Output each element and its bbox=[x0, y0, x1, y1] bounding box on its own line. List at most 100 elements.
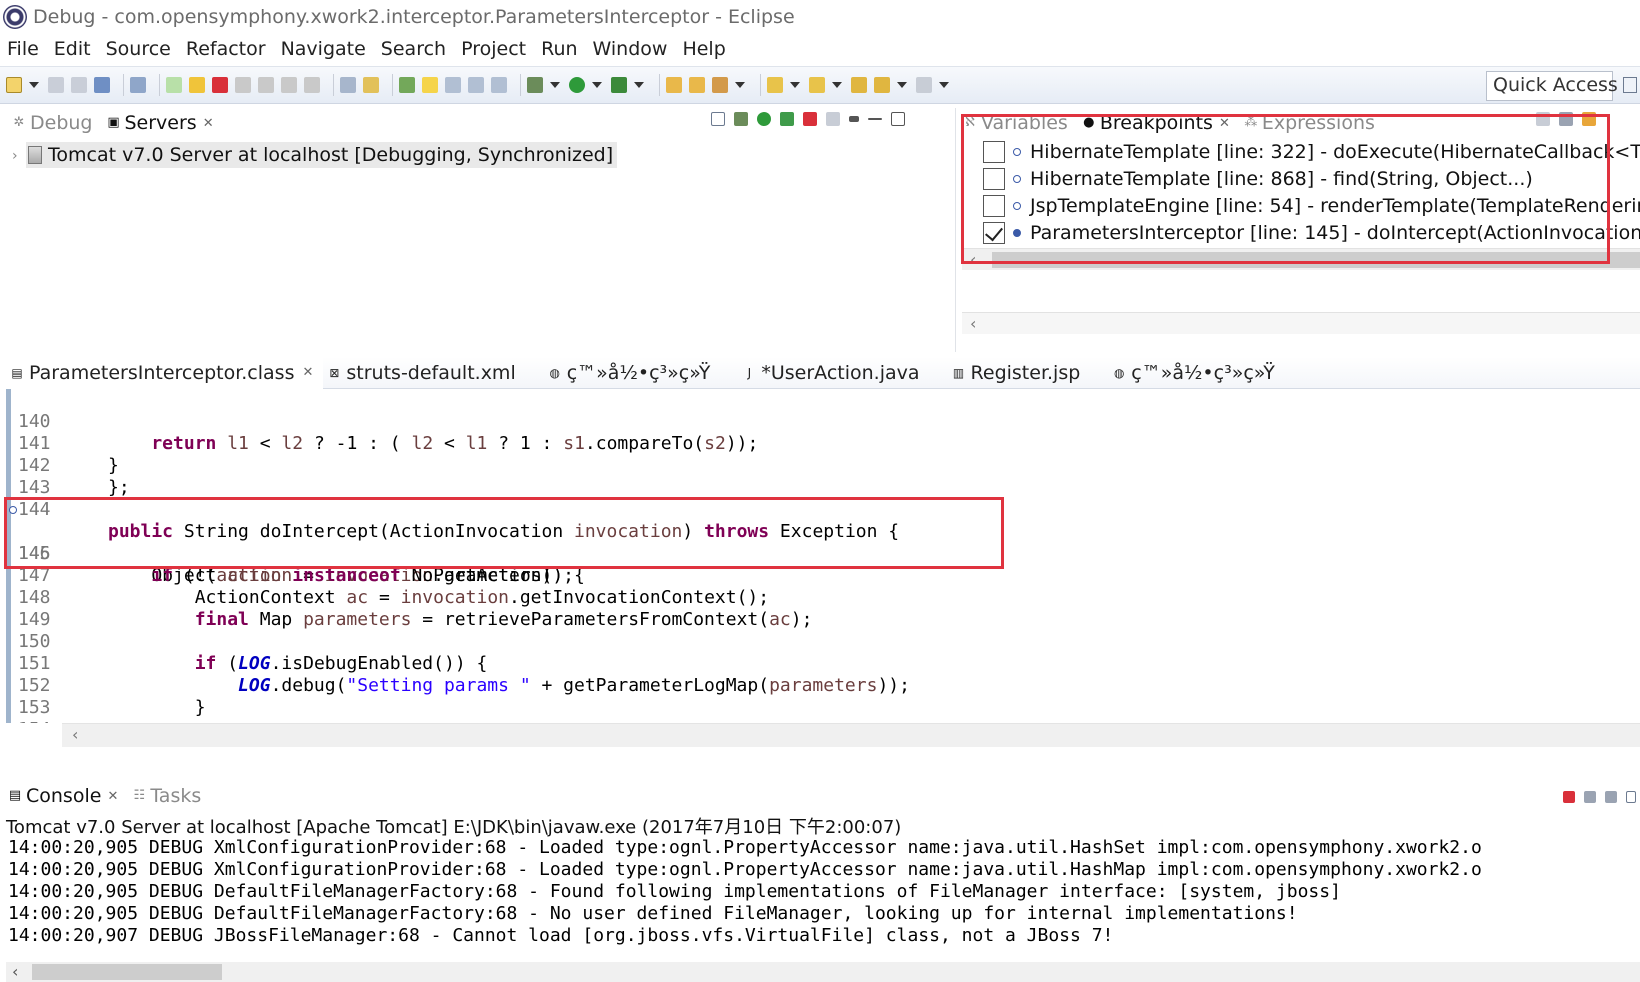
run-external-tools-icon[interactable] bbox=[611, 77, 627, 93]
scroll-left-icon[interactable]: ‹ bbox=[12, 962, 18, 981]
remove-all-terminated-icon[interactable] bbox=[1605, 791, 1617, 803]
remove-launch-icon[interactable] bbox=[1584, 791, 1596, 803]
resume-icon[interactable] bbox=[166, 77, 182, 93]
start-debug-icon[interactable] bbox=[734, 112, 748, 126]
new-java-package-icon[interactable] bbox=[666, 77, 682, 93]
tab-debug[interactable]: ✲ Debug bbox=[6, 108, 100, 138]
collapse-all-icon[interactable] bbox=[711, 112, 725, 126]
block-selection-icon[interactable] bbox=[445, 77, 461, 93]
step-over-icon[interactable] bbox=[281, 77, 297, 93]
tab-breakpoints[interactable]: ● Breakpoints ✕ bbox=[1075, 108, 1238, 138]
remove-breakpoint-icon[interactable] bbox=[1536, 112, 1550, 126]
open-console-icon[interactable] bbox=[94, 77, 110, 93]
suspend-icon[interactable] bbox=[189, 77, 205, 93]
breakpoint-checkbox[interactable] bbox=[983, 194, 1005, 217]
save-icon[interactable] bbox=[48, 77, 64, 93]
step-into-icon[interactable] bbox=[258, 77, 274, 93]
tab-login-page-2[interactable]: ◍ ç™»å½•ç³»ç»Ÿ bbox=[1108, 357, 1285, 389]
menu-edit[interactable]: Edit bbox=[54, 38, 91, 60]
menu-source[interactable]: Source bbox=[106, 38, 171, 60]
menu-help[interactable]: Help bbox=[682, 38, 725, 60]
toggle-mark-occurrences-icon[interactable] bbox=[422, 77, 438, 93]
step-return-icon[interactable] bbox=[304, 77, 320, 93]
back-dropdown-icon[interactable] bbox=[897, 82, 907, 88]
start-profile-icon[interactable] bbox=[780, 112, 794, 126]
last-edit-location-icon[interactable] bbox=[851, 77, 867, 93]
close-icon[interactable]: ✕ bbox=[302, 365, 313, 380]
next-annotation-dropdown-icon[interactable] bbox=[790, 82, 800, 88]
debug-dropdown-icon[interactable] bbox=[550, 82, 560, 88]
menu-navigate[interactable]: Navigate bbox=[281, 38, 366, 60]
run-dropdown-icon[interactable] bbox=[592, 82, 602, 88]
breakpoint-item[interactable]: JspTemplateEngine [line: 54] - renderTem… bbox=[983, 192, 1640, 219]
scroll-thumb[interactable] bbox=[992, 252, 1640, 268]
use-step-filters-icon[interactable] bbox=[363, 77, 379, 93]
save-all-icon[interactable] bbox=[71, 77, 87, 93]
menu-refactor[interactable]: Refactor bbox=[186, 38, 266, 60]
show-whitespace-icon[interactable] bbox=[468, 77, 484, 93]
tab-variables[interactable]: ℵ Variables bbox=[957, 108, 1076, 138]
breakpoint-item[interactable]: HibernateTemplate [line: 322] - doExecut… bbox=[983, 138, 1640, 165]
skip-breakpoints-icon[interactable] bbox=[130, 77, 146, 93]
tab-useraction-java[interactable]: J *UserAction.java bbox=[738, 357, 929, 389]
scroll-thumb[interactable] bbox=[32, 964, 222, 980]
close-icon[interactable]: ✕ bbox=[1219, 116, 1230, 131]
view-menu-icon[interactable] bbox=[849, 116, 859, 122]
menu-search[interactable]: Search bbox=[381, 38, 446, 60]
editor-hscrollbar[interactable]: ‹ bbox=[62, 723, 1640, 747]
new-dropdown-icon[interactable] bbox=[29, 82, 39, 88]
menu-file[interactable]: File bbox=[7, 38, 39, 60]
expand-arrow-icon[interactable]: › bbox=[12, 148, 18, 164]
console-hscrollbar[interactable]: ‹ bbox=[6, 962, 1640, 982]
quick-access-field[interactable]: Quick Access bbox=[1486, 71, 1618, 101]
stop-server-icon[interactable] bbox=[803, 112, 817, 126]
menu-project[interactable]: Project bbox=[461, 38, 526, 60]
forward-dropdown-icon[interactable] bbox=[939, 82, 949, 88]
tab-register-jsp[interactable]: ▥ Register.jsp bbox=[948, 357, 1091, 389]
open-type-icon[interactable] bbox=[399, 77, 415, 93]
tab-expressions[interactable]: ⁂ Expressions bbox=[1238, 108, 1383, 138]
remove-all-breakpoints-icon[interactable] bbox=[1559, 112, 1573, 126]
breakpoint-item[interactable]: ParametersInterceptor [line: 145] - doIn… bbox=[983, 219, 1640, 246]
maximize-icon[interactable] bbox=[891, 112, 905, 126]
forward-arrow-icon[interactable] bbox=[916, 77, 932, 93]
previous-annotation-dropdown-icon[interactable] bbox=[832, 82, 842, 88]
detail-hscrollbar[interactable]: ‹ bbox=[962, 312, 1640, 334]
show-breakpoints-icon[interactable] bbox=[1582, 112, 1596, 126]
breakpoint-item[interactable]: HibernateTemplate [line: 868] - find(Str… bbox=[983, 165, 1640, 192]
clear-console-icon[interactable] bbox=[1626, 791, 1636, 803]
breakpoints-hscrollbar[interactable]: ‹ bbox=[962, 248, 1640, 270]
debug-icon[interactable] bbox=[527, 77, 543, 93]
tab-console[interactable]: ▤ Console ✕ bbox=[6, 781, 127, 811]
menu-window[interactable]: Window bbox=[593, 38, 668, 60]
breakpoint-checkbox-checked[interactable] bbox=[983, 221, 1005, 244]
back-arrow-icon[interactable] bbox=[874, 77, 890, 93]
disconnect-icon[interactable] bbox=[235, 77, 251, 93]
next-annotation-icon[interactable] bbox=[767, 77, 783, 93]
terminate-icon[interactable] bbox=[212, 77, 228, 93]
scroll-left-icon[interactable]: ‹ bbox=[970, 314, 976, 333]
search-dropdown-icon[interactable] bbox=[735, 82, 745, 88]
previous-annotation-icon[interactable] bbox=[809, 77, 825, 93]
server-tree-item[interactable]: Tomcat v7.0 Server at localhost [Debuggi… bbox=[26, 142, 618, 168]
scroll-left-icon[interactable]: ‹ bbox=[970, 250, 976, 269]
tab-servers[interactable]: ▣ Servers ✕ bbox=[100, 108, 222, 138]
drop-to-frame-icon[interactable] bbox=[340, 77, 356, 93]
publish-icon[interactable] bbox=[826, 112, 840, 126]
tab-parametersinterceptor-class[interactable]: ▤ ParametersInterceptor.class ✕ bbox=[6, 356, 324, 389]
search-icon[interactable] bbox=[712, 77, 728, 93]
tab-struts-default-xml[interactable]: ⊠ struts-default.xml bbox=[323, 357, 525, 389]
close-icon[interactable]: ✕ bbox=[107, 789, 118, 804]
show-whitespace-chars-icon[interactable] bbox=[491, 77, 507, 93]
minimize-icon[interactable] bbox=[868, 118, 882, 120]
terminate-icon[interactable] bbox=[1563, 791, 1575, 803]
start-server-icon[interactable] bbox=[757, 112, 771, 126]
external-tools-dropdown-icon[interactable] bbox=[634, 82, 644, 88]
code-text-area[interactable]: 140 return l1 < l2 ? -1 : ( l2 < l1 ? 1 … bbox=[6, 389, 1640, 723]
breakpoint-marker-icon[interactable] bbox=[9, 506, 17, 514]
close-icon[interactable]: ✕ bbox=[203, 116, 214, 131]
tab-login-page[interactable]: ◍ ç™»å½•ç³»ç»Ÿ bbox=[544, 357, 721, 389]
new-wizard-icon[interactable] bbox=[6, 77, 22, 93]
console-output[interactable]: 14:00:20,905 DEBUG XmlConfigurationProvi… bbox=[8, 837, 1640, 955]
run-icon[interactable] bbox=[569, 77, 585, 93]
